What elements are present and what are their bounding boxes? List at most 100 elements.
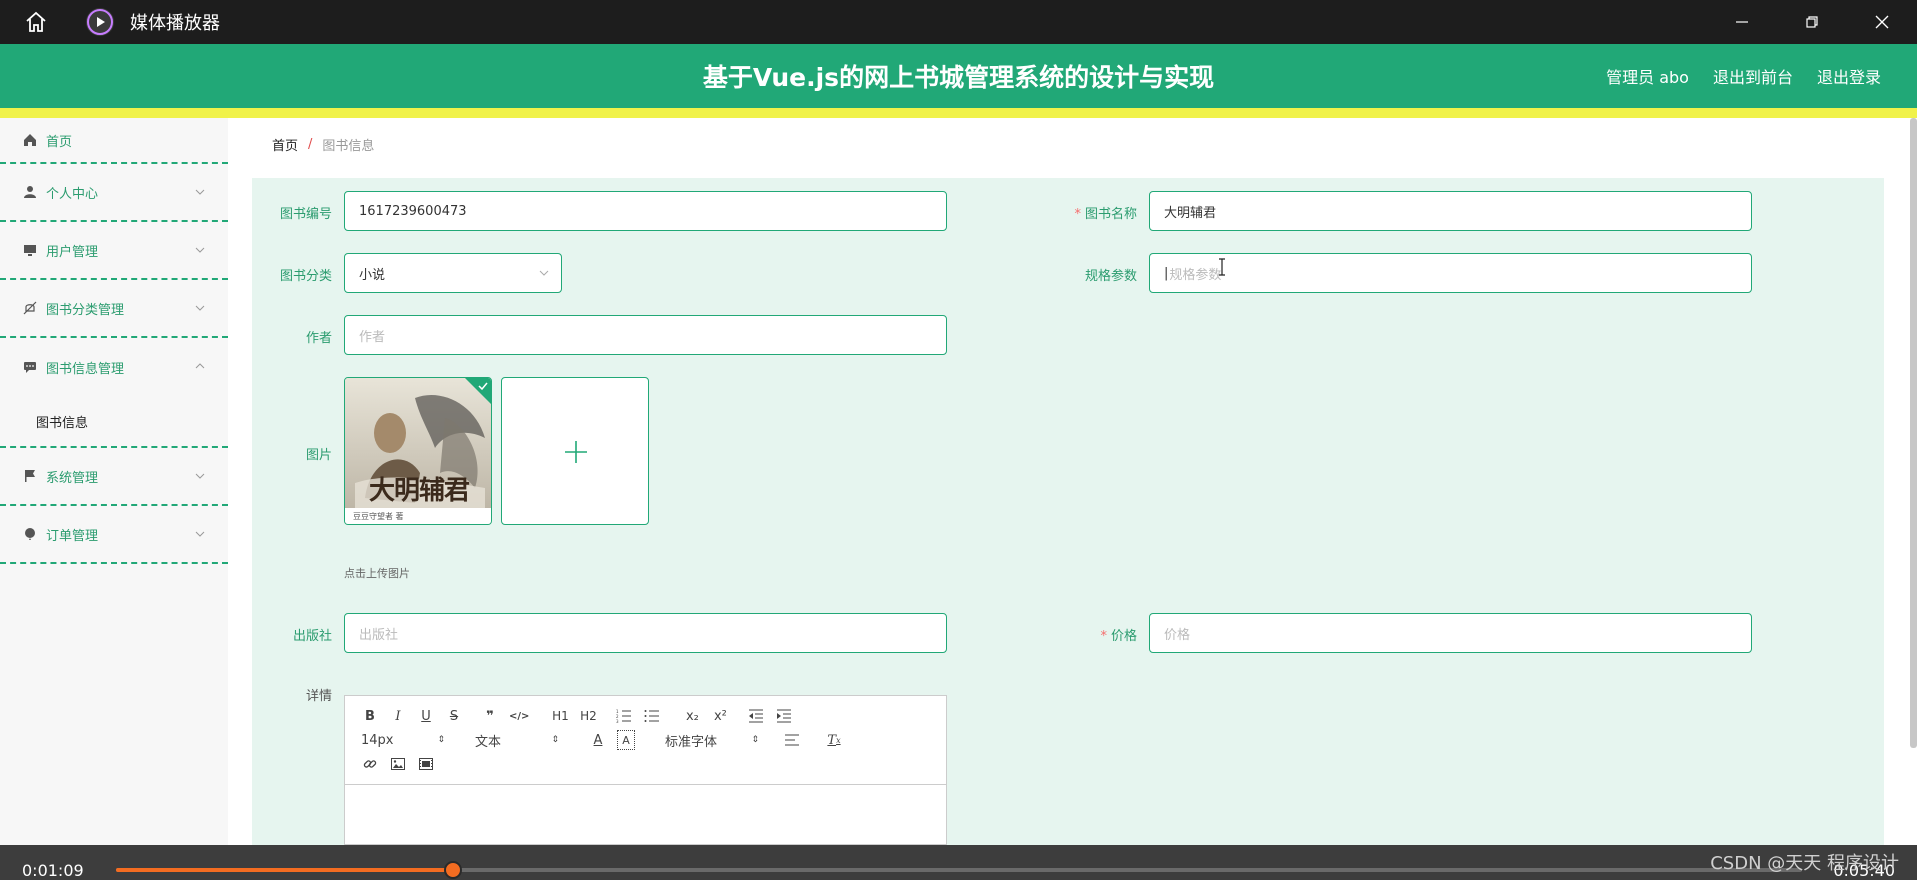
rich-text-editor: B I U S ❞ </> H1 H2 123 x₂ x² 14px ⇕ 文本 ⇕ … xyxy=(344,695,947,845)
svg-text:3: 3 xyxy=(616,719,619,723)
flag-icon xyxy=(22,468,38,484)
home-icon[interactable] xyxy=(20,6,52,38)
indent-icon[interactable] xyxy=(775,706,793,726)
outdent-icon[interactable] xyxy=(747,706,765,726)
upload-tip: 点击上传图片 xyxy=(344,567,410,580)
header-accent-bar xyxy=(0,108,1917,118)
code-block-button[interactable]: </> xyxy=(509,706,529,726)
sidebar: 首页 个人中心 用户管理 图书分类管理 图书信息管理 图书信息 系统管理 订单管… xyxy=(0,118,228,845)
sidebar-item-book-info[interactable]: 图书信息管理 xyxy=(0,338,228,396)
header-select[interactable]: 文本 ⇕ xyxy=(475,731,559,750)
logout-link[interactable]: 退出登录 xyxy=(1817,64,1881,88)
vertical-scrollbar[interactable] xyxy=(1910,118,1917,748)
book-no-input[interactable]: 1617239600473 xyxy=(344,191,947,231)
sidebar-item-book-category[interactable]: 图书分类管理 xyxy=(0,280,228,338)
editor-toolbar-row-2: 14px ⇕ 文本 ⇕ A A 标准字体 ⇕ Tx xyxy=(345,728,946,752)
category-select[interactable]: 小说 xyxy=(344,253,562,293)
window-title-bar: 媒体播放器 xyxy=(0,0,1917,44)
exit-to-front-link[interactable]: 退出到前台 xyxy=(1713,64,1793,88)
font-color-icon[interactable]: A xyxy=(589,730,607,750)
sidebar-item-system[interactable]: 系统管理 xyxy=(0,448,228,506)
book-cover-thumbnail[interactable]: 大明辅君 豆豆守望者 著 xyxy=(344,377,492,525)
background-color-icon[interactable]: A xyxy=(617,730,635,750)
watermark: CSDN @天天 程序设计 xyxy=(1710,853,1899,874)
clear-format-icon[interactable]: Tx xyxy=(825,730,843,750)
category-label: 图书分类 xyxy=(279,269,332,284)
media-player-app-icon xyxy=(86,8,114,36)
chevron-up-icon xyxy=(195,363,205,369)
sidebar-subitem-book-info[interactable]: 图书信息 xyxy=(0,396,228,448)
home-icon xyxy=(22,132,38,148)
sidebar-item-label: 图书信息管理 xyxy=(46,361,125,377)
app-header: 基于Vue.js的网上书城管理系统的设计与实现 管理员 abo 退出到前台 退出… xyxy=(0,44,1917,108)
editor-content-area[interactable] xyxy=(345,784,946,844)
publisher-label: 出版社 xyxy=(292,629,332,644)
sidebar-item-profile[interactable]: 个人中心 xyxy=(0,164,228,222)
plus-icon xyxy=(565,441,587,463)
video-icon[interactable] xyxy=(417,754,435,774)
chevron-down-icon xyxy=(195,189,205,195)
sidebar-subitem-label: 图书信息 xyxy=(36,415,89,431)
sidebar-item-label: 个人中心 xyxy=(46,186,99,202)
chevron-down-icon xyxy=(195,473,205,479)
price-label: * 价格 xyxy=(1100,629,1137,644)
current-time: 0:01:09 xyxy=(22,861,84,880)
breadcrumb-home[interactable]: 首页 xyxy=(272,135,298,154)
sidebar-item-label: 系统管理 xyxy=(46,470,99,486)
book-cover-title: 大明辅君 xyxy=(368,476,470,506)
breadcrumb-current: 图书信息 xyxy=(322,138,375,154)
chevron-down-icon xyxy=(195,305,205,311)
restore-icon[interactable] xyxy=(1777,0,1847,44)
spec-input[interactable]: | 规格参数 xyxy=(1149,253,1752,293)
media-player-controls: 0:01:09 0:05:40 xyxy=(0,845,1917,880)
chat-icon xyxy=(22,359,38,375)
blockquote-button[interactable]: ❞ xyxy=(481,706,499,726)
ordered-list-icon[interactable]: 123 xyxy=(615,706,633,726)
window-title: 媒体播放器 xyxy=(130,13,220,34)
price-input[interactable]: 价格 xyxy=(1149,613,1752,653)
heading1-button[interactable]: H1 xyxy=(551,706,569,726)
bell-off-icon xyxy=(22,300,38,316)
book-no-label: 图书编号 xyxy=(279,207,332,222)
breadcrumb-separator: / xyxy=(308,136,313,152)
bold-button[interactable]: B xyxy=(361,706,379,726)
close-icon[interactable] xyxy=(1847,0,1917,44)
sidebar-item-orders[interactable]: 订单管理 xyxy=(0,506,228,564)
font-size-select[interactable]: 14px ⇕ xyxy=(361,733,445,748)
sidebar-item-home[interactable]: 首页 xyxy=(0,118,228,164)
admin-user-label: 管理员 abo xyxy=(1606,68,1689,87)
chevron-down-icon xyxy=(195,531,205,537)
sidebar-item-users[interactable]: 用户管理 xyxy=(0,222,228,280)
image-icon[interactable] xyxy=(389,754,407,774)
upload-image-button[interactable] xyxy=(501,377,649,525)
book-name-input[interactable]: 大明辅君 xyxy=(1149,191,1752,231)
heading2-button[interactable]: H2 xyxy=(579,706,597,726)
superscript-button[interactable]: x² xyxy=(711,706,729,726)
font-family-select[interactable]: 标准字体 ⇕ xyxy=(665,731,759,750)
check-icon xyxy=(478,382,488,391)
underline-button[interactable]: U xyxy=(417,706,435,726)
book-cover-author: 豆豆守望者 著 xyxy=(345,508,491,524)
seek-progress xyxy=(116,868,454,872)
image-label: 图片 xyxy=(305,448,332,463)
editor-toolbar-row-1: B I U S ❞ </> H1 H2 123 x₂ x² xyxy=(345,704,946,728)
link-icon[interactable] xyxy=(361,754,379,774)
sidebar-item-label: 首页 xyxy=(46,134,73,150)
window-controls xyxy=(1707,0,1917,44)
chevron-down-icon xyxy=(195,247,205,253)
detail-label: 详情 xyxy=(305,689,332,704)
italic-button[interactable]: I xyxy=(389,706,407,726)
sidebar-item-label: 用户管理 xyxy=(46,244,99,260)
publisher-input[interactable]: 出版社 xyxy=(344,613,947,653)
align-icon[interactable] xyxy=(783,730,801,750)
seek-bar[interactable] xyxy=(116,861,1802,879)
strike-button[interactable]: S xyxy=(445,706,463,726)
minimize-icon[interactable] xyxy=(1707,0,1777,44)
author-input[interactable]: 作者 xyxy=(344,315,947,355)
seek-handle[interactable] xyxy=(444,861,463,879)
subscript-button[interactable]: x₂ xyxy=(683,706,701,726)
author-label: 作者 xyxy=(305,331,332,346)
text-cursor-icon xyxy=(1219,258,1225,276)
bullet-list-icon[interactable] xyxy=(643,706,661,726)
sidebar-item-label: 图书分类管理 xyxy=(46,302,125,318)
